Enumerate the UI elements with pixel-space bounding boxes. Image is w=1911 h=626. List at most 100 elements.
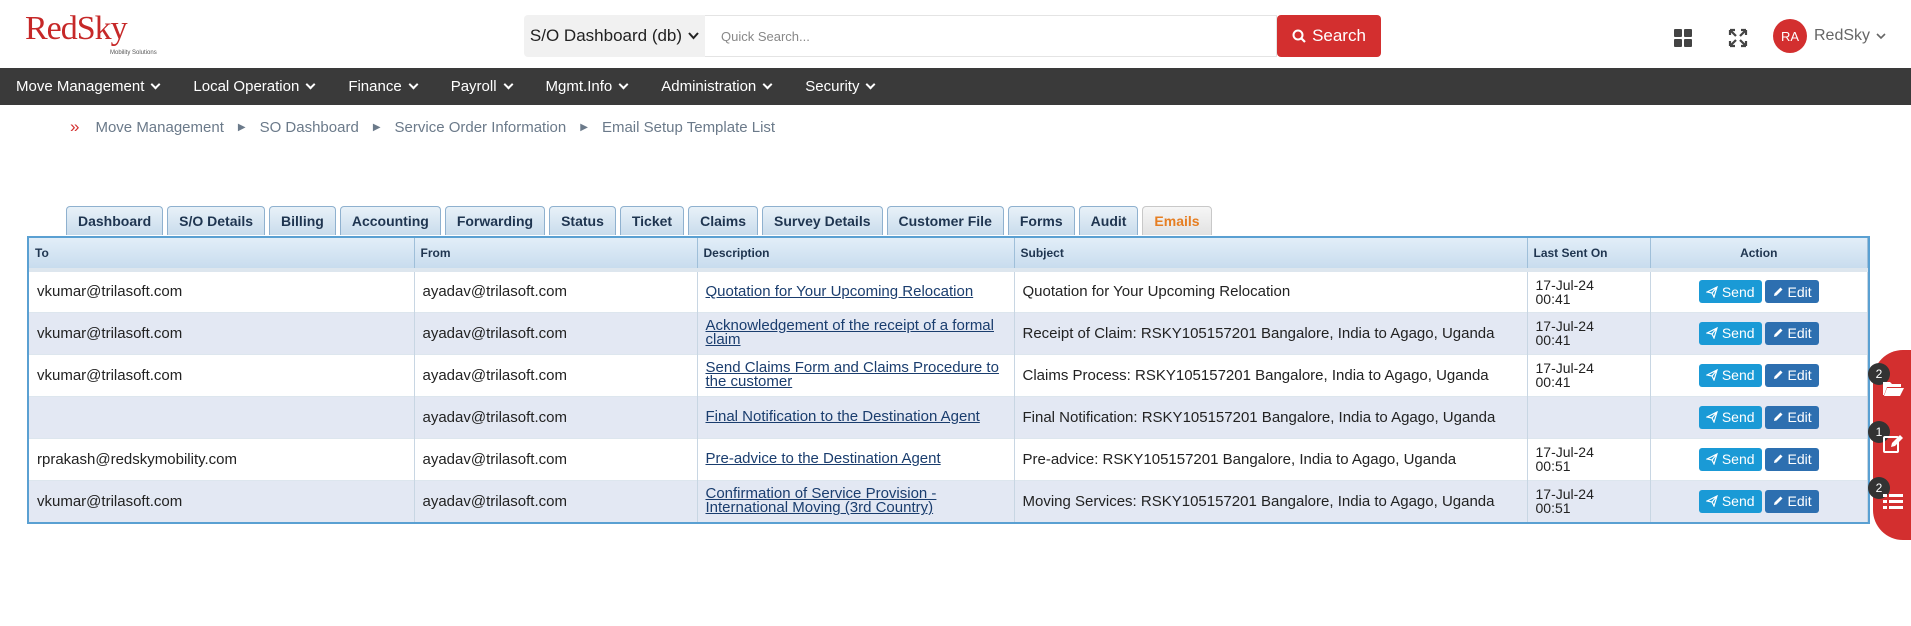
- column-header-to[interactable]: To: [29, 238, 415, 270]
- double-chevron-right-icon: »: [70, 117, 80, 136]
- breadcrumb-move-management[interactable]: Move Management: [95, 119, 223, 136]
- edit-label: Edit: [1787, 451, 1812, 467]
- description-link[interactable]: Pre-advice to the Destination Agent: [706, 451, 1014, 466]
- nav-finance[interactable]: Finance: [348, 78, 419, 95]
- pencil-icon: [1773, 496, 1783, 506]
- edit-button[interactable]: Edit: [1764, 280, 1819, 304]
- description-link[interactable]: Confirmation of Service Provision - Inte…: [706, 486, 1014, 515]
- tab-billing[interactable]: Billing: [269, 206, 336, 235]
- edit-button[interactable]: Edit: [1764, 489, 1819, 513]
- edit-icon[interactable]: [1881, 432, 1905, 456]
- search-button[interactable]: Search: [1277, 15, 1381, 57]
- tab-claims[interactable]: Claims: [688, 206, 758, 235]
- sent-date: 17-Jul-24: [1535, 276, 1594, 293]
- breadcrumb-service-order-information[interactable]: Service Order Information: [395, 119, 567, 136]
- redsky-logo[interactable]: RedSky Mobility Solutions: [25, 12, 157, 62]
- nav-payroll[interactable]: Payroll: [451, 78, 513, 95]
- nav-mgmt-info[interactable]: Mgmt.Info: [546, 78, 629, 95]
- cell-action: Send Edit: [1650, 353, 1868, 396]
- send-label: Send: [1721, 493, 1755, 510]
- column-header-subject[interactable]: Subject: [1014, 238, 1528, 270]
- nav-security[interactable]: Security: [805, 78, 876, 95]
- breadcrumb-so-dashboard[interactable]: SO Dashboard: [260, 119, 359, 136]
- edit-label: Edit: [1787, 493, 1812, 510]
- send-button[interactable]: Send: [1698, 363, 1762, 387]
- tab-customer-file[interactable]: Customer File: [886, 206, 1004, 235]
- chevron-down-icon: [618, 79, 629, 90]
- sent-time: 00:41: [1535, 374, 1571, 390]
- cell-action: Send Edit: [1650, 311, 1868, 354]
- send-label: Send: [1721, 367, 1755, 383]
- cell-from: ayadav@trilasoft.com: [414, 353, 698, 396]
- cell-subject: Final Notification: RSKY105157201 Bangal…: [1014, 395, 1528, 438]
- tab-forms[interactable]: Forms: [1007, 206, 1075, 235]
- edit-button[interactable]: Edit: [1764, 321, 1819, 345]
- main-nav: Move Management Local Operation Finance …: [0, 68, 1911, 105]
- fullscreen-icon[interactable]: [1728, 28, 1748, 48]
- send-button[interactable]: Send: [1698, 405, 1762, 429]
- cell-last-sent-on: 17-Jul-24 00:41: [1527, 353, 1651, 396]
- send-button[interactable]: Send: [1698, 447, 1762, 471]
- nav-administration[interactable]: Administration: [661, 78, 773, 95]
- cell-to: vkumar@trilasoft.com: [29, 479, 415, 522]
- edit-label: Edit: [1787, 409, 1812, 425]
- tab-accounting[interactable]: Accounting: [339, 206, 441, 235]
- breadcrumb-email-setup-template-list: Email Setup Template List: [601, 118, 776, 136]
- table-row: ayadav@trilasoft.com Final Notification …: [29, 395, 1868, 438]
- search-icon: [1292, 29, 1306, 43]
- tab-dashboard[interactable]: Dashboard: [66, 206, 164, 235]
- cell-action: Send Edit: [1650, 268, 1868, 312]
- column-header-from[interactable]: From: [414, 238, 698, 270]
- description-link[interactable]: Send Claims Form and Claims Procedure to…: [706, 360, 1014, 389]
- tab-forwarding[interactable]: Forwarding: [444, 206, 546, 235]
- quick-search-input[interactable]: Quick Search...: [705, 15, 1277, 57]
- nav-label: Administration: [661, 78, 757, 95]
- tab-audit[interactable]: Audit: [1078, 206, 1139, 235]
- send-button[interactable]: Send: [1698, 280, 1762, 304]
- nav-move-management[interactable]: Move Management: [16, 78, 161, 95]
- list-icon[interactable]: [1881, 490, 1905, 514]
- dashboard-select-value: S/O Dashboard (db): [529, 26, 683, 45]
- cell-from: ayadav@trilasoft.com: [414, 479, 698, 522]
- table-row: vkumar@trilasoft.com ayadav@trilasoft.co…: [29, 479, 1868, 522]
- tab-emails[interactable]: Emails: [1142, 206, 1212, 235]
- description-link[interactable]: Quotation for Your Upcoming Relocation: [706, 284, 1014, 299]
- tab-so-details[interactable]: S/O Details: [167, 206, 266, 235]
- description-link[interactable]: Acknowledgement of the receipt of a form…: [706, 318, 1014, 347]
- cell-from: ayadav@trilasoft.com: [414, 437, 698, 480]
- table-row: rprakash@redskymobility.com ayadav@trila…: [29, 437, 1868, 480]
- paper-plane-icon: [1705, 327, 1718, 339]
- send-button[interactable]: Send: [1698, 489, 1762, 513]
- column-header-last-sent-on[interactable]: Last Sent On: [1527, 238, 1651, 270]
- cell-from: ayadav@trilasoft.com: [414, 311, 698, 354]
- cell-to: rprakash@redskymobility.com: [29, 437, 415, 480]
- nav-label: Security: [805, 78, 860, 95]
- paper-plane-icon: [1705, 411, 1718, 423]
- tab-survey-details[interactable]: Survey Details: [762, 206, 883, 235]
- edit-button[interactable]: Edit: [1764, 405, 1819, 429]
- dashboard-select[interactable]: S/O Dashboard (db): [524, 15, 705, 57]
- cell-action: Send Edit: [1650, 437, 1868, 480]
- column-header-description[interactable]: Description: [697, 238, 1015, 270]
- send-button[interactable]: Send: [1698, 321, 1762, 345]
- apps-grid-icon[interactable]: [1674, 29, 1692, 47]
- pencil-icon: [1773, 328, 1783, 337]
- nav-label: Local Operation: [193, 78, 300, 95]
- edit-button[interactable]: Edit: [1764, 363, 1819, 387]
- chevron-down-icon: [866, 79, 876, 90]
- edit-label: Edit: [1787, 367, 1812, 383]
- send-label: Send: [1721, 325, 1755, 341]
- tab-ticket[interactable]: Ticket: [619, 206, 685, 235]
- avatar[interactable]: RA: [1773, 19, 1807, 53]
- cell-subject: Pre-advice: RSKY105157201 Bangalore, Ind…: [1014, 437, 1528, 480]
- edit-button[interactable]: Edit: [1764, 447, 1819, 471]
- cell-subject: Quotation for Your Upcoming Relocation: [1014, 268, 1528, 312]
- cell-last-sent-on: [1527, 395, 1651, 438]
- nav-local-operation[interactable]: Local Operation: [193, 78, 316, 95]
- folder-open-icon[interactable]: [1881, 376, 1905, 400]
- description-link[interactable]: Final Notification to the Destination Ag…: [706, 409, 1014, 424]
- chevron-down-icon: [408, 79, 419, 90]
- cell-from: ayadav@trilasoft.com: [414, 395, 698, 438]
- tab-status[interactable]: Status: [549, 206, 616, 235]
- user-menu[interactable]: RedSky: [1814, 27, 1886, 45]
